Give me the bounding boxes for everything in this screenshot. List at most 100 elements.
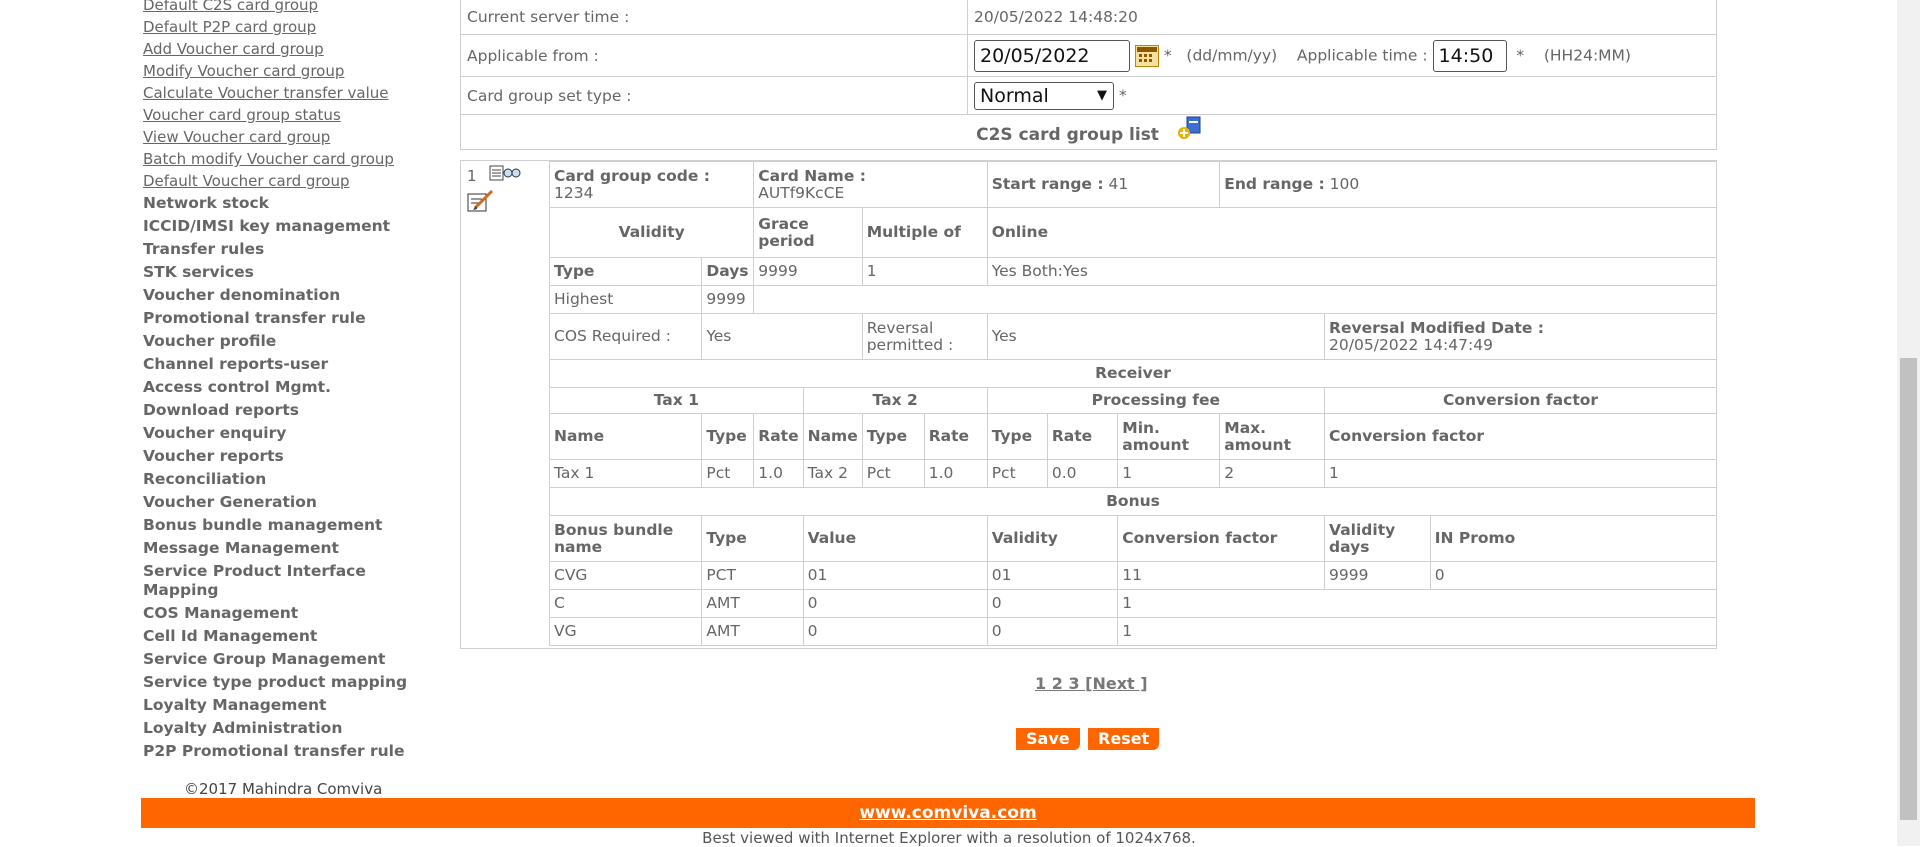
server-time-label: Current server time : bbox=[460, 0, 968, 35]
tax-cell: Pct bbox=[986, 459, 1048, 488]
applicable-from-required: * bbox=[1163, 46, 1172, 64]
sidebar-section-promo-rule[interactable]: Promotional transfer rule bbox=[143, 309, 443, 328]
bonus-header: Bonus bbox=[549, 487, 1717, 516]
sidebar-section-voucher-profile[interactable]: Voucher profile bbox=[143, 332, 443, 351]
sidebar-section-service-type[interactable]: Service type product mapping bbox=[143, 673, 443, 692]
edit-icon[interactable] bbox=[467, 189, 495, 213]
scrollbar-thumb[interactable] bbox=[1900, 358, 1917, 820]
sidebar-section-p2p-promo[interactable]: P2P Promotional transfer rule bbox=[143, 742, 443, 761]
applicable-time-label: Applicable time : bbox=[1296, 46, 1428, 64]
sidebar-link-add-voucher[interactable]: Add Voucher card group bbox=[143, 38, 443, 60]
footer-bar: www.comviva.com bbox=[141, 798, 1755, 828]
card-code-label: Card group code : bbox=[554, 166, 710, 185]
sidebar-section-cell-id[interactable]: Cell Id Management bbox=[143, 627, 443, 646]
sidebar-section-transfer-rules[interactable]: Transfer rules bbox=[143, 240, 443, 259]
sidebar-section-loyalty-mgmt[interactable]: Loyalty Management bbox=[143, 696, 443, 715]
sidebar-section-bonus-bundle[interactable]: Bonus bundle management bbox=[143, 516, 443, 535]
bonus-name-header: Bonus bundle name bbox=[548, 515, 703, 562]
sidebar-section-voucher-enquiry[interactable]: Voucher enquiry bbox=[143, 424, 443, 443]
bonus-validity-days-header: Validity days bbox=[1324, 515, 1431, 562]
applicable-from-cell: 20/05/2022 * (dd/mm/yy) Applicable time … bbox=[967, 34, 1717, 77]
add-card-group-icon[interactable] bbox=[1177, 116, 1201, 144]
footer-note: Best viewed with Internet Explorer with … bbox=[702, 829, 1196, 847]
sidebar-section-voucher-reports[interactable]: Voucher reports bbox=[143, 447, 443, 466]
sidebar-link-voucher-status[interactable]: Voucher card group status bbox=[143, 104, 443, 126]
sidebar-link-default-p2p[interactable]: Default P2P card group bbox=[143, 16, 443, 38]
sidebar-link-default-voucher[interactable]: Default Voucher card group bbox=[143, 170, 443, 192]
card-details-table: Card group code : 1234 Card Name : AUTf9K… bbox=[548, 161, 1718, 646]
sidebar-section-access-control[interactable]: Access control Mgmt. bbox=[143, 378, 443, 397]
sidebar-section-voucher-generation[interactable]: Voucher Generation bbox=[143, 493, 443, 512]
reversal-permitted-value: Yes bbox=[986, 313, 1326, 360]
tax1-rate-header: Rate bbox=[753, 413, 804, 460]
bonus-cell: 1 bbox=[1117, 589, 1717, 618]
sidebar-section-reconciliation[interactable]: Reconciliation bbox=[143, 470, 443, 489]
page-link-1[interactable]: 1 bbox=[1035, 674, 1046, 693]
sidebar-section-service-group[interactable]: Service Group Management bbox=[143, 650, 443, 669]
footer-site-link[interactable]: www.comviva.com bbox=[859, 803, 1036, 823]
card-side: 1 bbox=[467, 165, 521, 217]
sidebar-nav: Default C2S card group Default P2P card … bbox=[143, 0, 443, 765]
date-hint: (dd/mm/yy) bbox=[1186, 46, 1278, 64]
sidebar-section-iccid[interactable]: ICCID/IMSI key management bbox=[143, 217, 443, 236]
tax2-header: Tax 2 bbox=[802, 387, 988, 414]
sidebar-section-cos-mgmt[interactable]: COS Management bbox=[143, 604, 443, 623]
sidebar-section-voucher-denomination[interactable]: Voucher denomination bbox=[143, 286, 443, 305]
bonus-cell: AMT bbox=[701, 589, 804, 618]
view-details-icon[interactable] bbox=[481, 165, 521, 189]
card-code-value: 1234 bbox=[554, 183, 594, 202]
conversion-factor-header: Conversion factor bbox=[1324, 387, 1717, 414]
reset-button[interactable]: Reset bbox=[1088, 728, 1160, 750]
sidebar-link-modify-voucher[interactable]: Modify Voucher card group bbox=[143, 60, 443, 82]
time-hint: (HH24:MM) bbox=[1543, 46, 1631, 64]
tax2-name-header: Name bbox=[802, 413, 863, 460]
bonus-cell: 01 bbox=[986, 561, 1119, 590]
set-type-value: Normal bbox=[980, 84, 1049, 107]
table-row: VG AMT 0 0 1 bbox=[548, 617, 1717, 646]
tax1-header: Tax 1 bbox=[549, 387, 804, 414]
vertical-scrollbar[interactable] bbox=[1897, 0, 1920, 846]
set-type-select[interactable]: Normal ▼ bbox=[974, 81, 1114, 110]
validity-days-header: Days bbox=[701, 257, 755, 286]
validity-type-value: Highest bbox=[548, 285, 703, 314]
validity-type-header: Type bbox=[548, 257, 703, 286]
sidebar-link-calc-voucher[interactable]: Calculate Voucher transfer value bbox=[143, 82, 443, 104]
card-group-entry: 1 Card group code : 1234 Card Name: AUT… bbox=[460, 160, 1718, 649]
tax-cell: 1 bbox=[1324, 459, 1717, 488]
sidebar-section-loyalty-admin[interactable]: Loyalty Administration bbox=[143, 719, 443, 738]
reversal-date-value: 20/05/2022 14:47:49 bbox=[1329, 335, 1493, 354]
reversal-date-label: Reversal Modified Date : bbox=[1329, 318, 1544, 337]
sidebar-link-view-voucher[interactable]: View Voucher card group bbox=[143, 126, 443, 148]
fee-min-header: Min. amount bbox=[1117, 413, 1221, 460]
validity-days-value: 9999 bbox=[701, 285, 755, 314]
card-group-form: Current server time : 20/05/2022 14:48:2… bbox=[460, 0, 1717, 150]
tax-cell: 2 bbox=[1219, 459, 1326, 488]
tax-row: Tax 1 Pct 1.0 Tax 2 Pct 1.0 Pct 0.0 1 2 … bbox=[548, 459, 1717, 488]
set-type-cell: Normal ▼ * bbox=[967, 76, 1717, 115]
sidebar-section-stk[interactable]: STK services bbox=[143, 263, 443, 282]
sidebar-section-spi-mapping[interactable]: Service Product Interface Mapping bbox=[143, 562, 373, 600]
sidebar-section-message-mgmt[interactable]: Message Management bbox=[143, 539, 443, 558]
tax-cell: Pct bbox=[701, 459, 755, 488]
next-page-link[interactable]: [Next ] bbox=[1085, 674, 1147, 693]
sidebar-section-channel-reports[interactable]: Channel reports-user bbox=[143, 355, 443, 374]
tax-cell: 1.0 bbox=[753, 459, 804, 488]
sidebar-section-network-stock[interactable]: Network stock bbox=[143, 194, 443, 213]
card-name-value: AUTf9KcCE bbox=[758, 183, 845, 202]
bonus-cell: 01 bbox=[802, 561, 988, 590]
reversal-permitted-label: Reversal permitted : bbox=[861, 313, 988, 360]
sidebar-link-default-c2s[interactable]: Default C2S card group bbox=[143, 0, 443, 16]
sidebar-link-batch-modify[interactable]: Batch modify Voucher card group bbox=[143, 148, 443, 170]
card-index: 1 bbox=[467, 167, 477, 185]
start-range-value: 41 bbox=[1108, 175, 1129, 193]
online-header: Online bbox=[986, 207, 1718, 258]
calendar-icon[interactable] bbox=[1134, 44, 1159, 67]
cos-required-label: COS Required : bbox=[548, 313, 703, 360]
applicable-time-input[interactable]: 14:50 bbox=[1432, 39, 1507, 72]
end-range-cell: End range : 100 bbox=[1219, 161, 1717, 208]
sidebar-section-download-reports[interactable]: Download reports bbox=[143, 401, 443, 420]
page-link-3[interactable]: 3 bbox=[1068, 674, 1079, 693]
save-button[interactable]: Save bbox=[1016, 728, 1080, 750]
applicable-from-input[interactable]: 20/05/2022 bbox=[974, 39, 1130, 72]
page-link-2[interactable]: 2 bbox=[1052, 674, 1063, 693]
